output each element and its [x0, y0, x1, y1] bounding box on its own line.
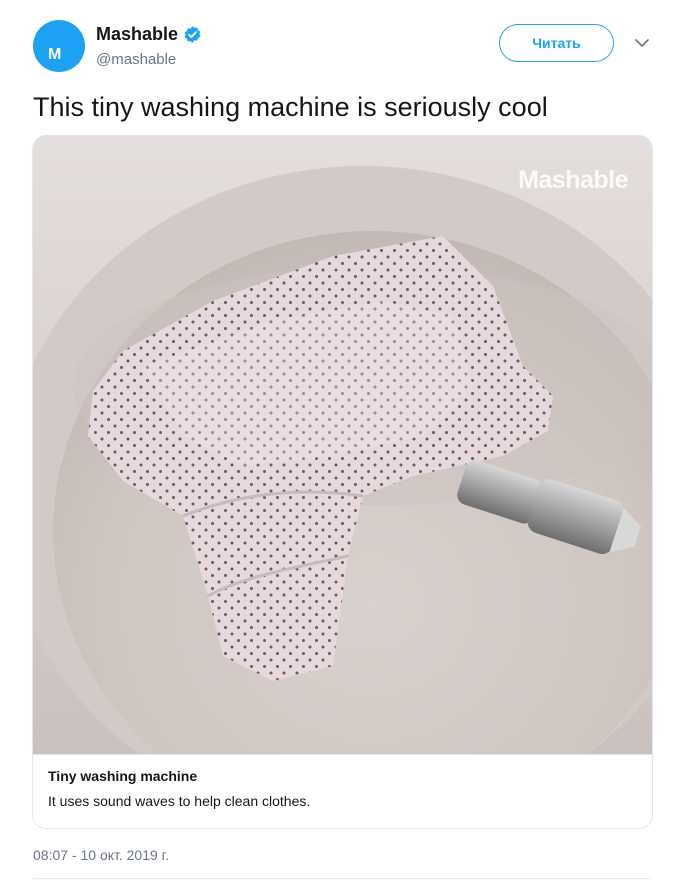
tweet-header: M Mashable @mashable Читать — [33, 20, 656, 80]
card-title: Tiny washing machine — [48, 768, 198, 784]
author-names: Mashable @mashable — [96, 23, 202, 70]
avatar-letter: M — [48, 46, 61, 63]
avatar[interactable]: M — [33, 20, 85, 72]
video-thumbnail[interactable]: Mashable — [33, 136, 652, 754]
author-handle[interactable]: @mashable — [96, 50, 202, 70]
display-name-row: Mashable — [96, 23, 202, 45]
follow-button[interactable]: Читать — [499, 24, 614, 62]
card-description: It uses sound waves to help clean clothe… — [48, 793, 311, 809]
divider — [33, 878, 651, 879]
washing-machine-image — [33, 136, 652, 754]
tweet-text: This tiny washing machine is seriously c… — [33, 92, 548, 122]
video-watermark: Mashable — [518, 166, 628, 194]
chevron-down-icon[interactable] — [633, 36, 651, 50]
card-details[interactable]: Tiny washing machine It uses sound waves… — [33, 754, 652, 828]
verified-badge-icon — [183, 25, 202, 44]
display-name[interactable]: Mashable — [96, 23, 178, 45]
media-card[interactable]: Mashable Tiny washing machine It uses so… — [32, 135, 653, 829]
tweet-timestamp[interactable]: 08:07 - 10 окт. 2019 г. — [33, 846, 169, 864]
